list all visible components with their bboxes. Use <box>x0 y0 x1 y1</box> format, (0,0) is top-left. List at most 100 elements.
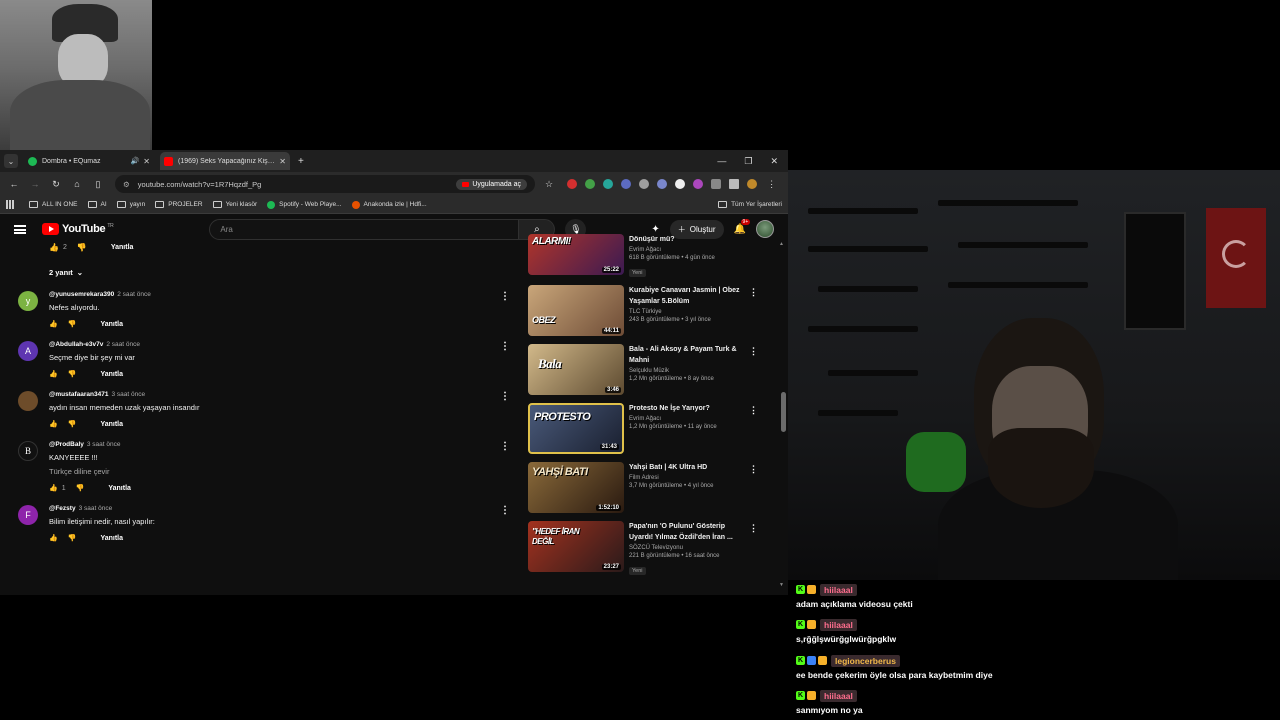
speaker-icon[interactable]: 🔊 <box>131 157 140 165</box>
video-title[interactable]: Bala - Ali Aksoy & Payam Turk & Mahni <box>629 344 749 366</box>
site-info-icon[interactable]: ⚙ <box>123 180 130 189</box>
dislike-icon[interactable]: 👎 <box>77 243 87 252</box>
comment-author[interactable]: @Fezsty <box>49 505 76 512</box>
avatar[interactable]: A <box>18 341 38 361</box>
reply-button[interactable]: Yanıtla <box>111 244 134 251</box>
dislike-icon[interactable]: 👎 <box>68 370 77 378</box>
video-thumbnail[interactable]: ALARMI! 25:22 <box>528 234 624 275</box>
extension-icon[interactable] <box>675 179 686 189</box>
split-view-icon[interactable]: ▯ <box>90 179 106 190</box>
video-card[interactable]: "HEDEF İRAN DEĞİL 23:27 Papa'nın 'O Pulun… <box>528 521 772 575</box>
home-icon[interactable]: ⌂ <box>69 179 85 189</box>
back-icon[interactable]: ← <box>6 179 22 189</box>
tab-youtube[interactable]: (1969) Seks Yapacağınız Kişiyi Ne ✕ <box>160 152 290 170</box>
premium-icon[interactable]: ✦ <box>651 224 659 235</box>
bookmark-folder[interactable]: ALL IN ONE <box>29 201 78 208</box>
video-card[interactable]: OBEZ 44:11 Kurabiye Canavarı Jasmin | Obe… <box>528 285 772 336</box>
video-card[interactable]: ALARMI! 25:22 Dönüşür mü? Evrim Ağacı 618 B… <box>528 234 772 277</box>
channel-name[interactable]: Evrim Ağacı <box>629 416 749 422</box>
apps-grid-icon[interactable] <box>6 200 15 209</box>
comment-time[interactable]: 3 saat önce <box>87 441 121 448</box>
chat-username[interactable]: hiilaaal <box>820 618 857 631</box>
extension-icon[interactable] <box>603 179 614 189</box>
replies-toggle[interactable]: 2 yanıt ⌄ <box>49 268 518 277</box>
extension-icon[interactable] <box>657 179 668 189</box>
close-window-icon[interactable]: ✕ <box>770 156 778 167</box>
comment-author[interactable]: @Abdullah-e3v7v <box>49 341 103 348</box>
dislike-icon[interactable]: 👎 <box>76 484 85 492</box>
video-title[interactable]: Dönüşür mü? <box>629 234 749 245</box>
like-icon[interactable]: 👍 <box>49 370 58 378</box>
minimize-icon[interactable]: — <box>717 156 726 167</box>
new-tab-button[interactable]: + <box>298 156 304 167</box>
more-options-icon[interactable]: ⋮ <box>749 405 758 416</box>
bookmark-folder[interactable]: AI <box>87 201 107 208</box>
extension-icon[interactable] <box>621 179 632 189</box>
more-options-icon[interactable]: ⋮ <box>749 346 758 357</box>
video-title[interactable]: Yahşi Batı | 4K Ultra HD <box>629 462 749 473</box>
more-options-icon[interactable]: ⋮ <box>749 523 758 534</box>
open-in-app-button[interactable]: Uygulamada aç <box>456 178 527 190</box>
address-bar[interactable]: ⚙ youtube.com/watch?v=1R7Hqzdf_Pg Uygula… <box>115 175 535 193</box>
translate-link[interactable]: Türkçe diline çevir <box>49 467 518 476</box>
all-bookmarks[interactable]: Tüm Yer İşaretleri <box>718 201 782 208</box>
video-thumbnail[interactable]: OBEZ 44:11 <box>528 285 624 336</box>
more-options-icon[interactable]: ⋮ <box>749 287 758 298</box>
comment-author[interactable]: @yunusemrekara390 <box>49 291 114 298</box>
bookmark-folder[interactable]: yayın <box>116 201 145 208</box>
extension-icon[interactable] <box>639 179 650 189</box>
avatar[interactable]: B <box>18 441 38 461</box>
bookmark-link[interactable]: Anakonda izle | Hdfi... <box>351 200 427 209</box>
video-title[interactable]: Protesto Ne İşe Yarıyor? <box>629 403 749 414</box>
comment-author[interactable]: @mustafaaran3471 <box>49 391 108 398</box>
search-input[interactable]: Ara <box>209 218 520 240</box>
menu-icon[interactable] <box>14 224 26 234</box>
channel-name[interactable]: SÖZCÜ Televizyonu <box>629 545 749 551</box>
bookmark-folder[interactable]: PROJELER <box>155 201 203 208</box>
comment-time[interactable]: 3 saat önce <box>79 505 113 512</box>
comment-time[interactable]: 2 saat önce <box>117 291 151 298</box>
channel-name[interactable]: Evrim Ağacı <box>629 247 749 253</box>
reply-button[interactable]: Yanıtla <box>108 485 131 492</box>
reply-button[interactable]: Yanıtla <box>100 371 123 378</box>
video-card[interactable]: YAHŞİ BATI 1:52:10 Yahşi Batı | 4K Ultra … <box>528 462 772 513</box>
more-options-icon[interactable]: ⋮ <box>500 505 510 516</box>
video-thumbnail[interactable]: PROTESTO 31:43 <box>528 403 624 454</box>
avatar[interactable]: F <box>18 505 38 525</box>
extension-icon[interactable] <box>585 179 596 189</box>
comment-time[interactable]: 2 saat önce <box>106 341 140 348</box>
like-icon[interactable]: 👍 <box>49 243 59 252</box>
channel-name[interactable]: Film Adresi <box>629 475 749 481</box>
close-tab-icon[interactable]: ✕ <box>143 157 150 166</box>
video-thumbnail[interactable]: Bala 3:46 <box>528 344 624 395</box>
video-card[interactable]: PROTESTO 31:43 Protesto Ne İşe Yarıyor? Ev… <box>528 403 772 454</box>
scroll-down-icon[interactable]: ▼ <box>779 582 784 588</box>
video-thumbnail[interactable]: "HEDEF İRAN DEĞİL 23:27 <box>528 521 624 572</box>
like-icon[interactable]: 👍 <box>49 534 58 542</box>
more-options-icon[interactable]: ⋮ <box>500 391 510 402</box>
reply-button[interactable]: Yanıtla <box>100 421 123 428</box>
chat-username[interactable]: legioncerberus <box>831 654 900 667</box>
more-options-icon[interactable]: ⋮ <box>500 291 510 302</box>
channel-name[interactable]: Selçuklu Müzik <box>629 368 749 374</box>
chat-username[interactable]: hiilaaal <box>820 583 857 596</box>
forward-icon[interactable]: → <box>27 179 43 189</box>
reply-button[interactable]: Yanıtla <box>100 535 123 542</box>
video-thumbnail[interactable]: YAHŞİ BATI 1:52:10 <box>528 462 624 513</box>
puzzle-icon[interactable] <box>711 179 722 189</box>
chat-username[interactable]: hiilaaal <box>820 689 857 702</box>
extension-icon[interactable] <box>693 179 704 189</box>
more-options-icon[interactable]: ⋮ <box>749 464 758 475</box>
notifications-button[interactable]: 🔔 9+ <box>734 218 751 235</box>
maximize-icon[interactable]: ❐ <box>744 156 752 167</box>
media-control-icon[interactable] <box>729 179 740 189</box>
page-scrollbar[interactable]: ▲ ▼ <box>779 241 786 588</box>
comment-time[interactable]: 3 saat önce <box>111 391 145 398</box>
bookmark-link[interactable]: Spotify - Web Playe... <box>267 200 342 209</box>
dislike-icon[interactable]: 👎 <box>68 420 77 428</box>
tab-dombra[interactable]: Dombra • EQumaz 🔊 ✕ <box>24 152 154 170</box>
video-card[interactable]: Bala 3:46 Bala - Ali Aksoy & Payam Turk &… <box>528 344 772 395</box>
scrollbar-thumb[interactable] <box>781 392 786 432</box>
like-icon[interactable]: 👍 <box>49 484 58 492</box>
avatar[interactable] <box>18 391 38 411</box>
